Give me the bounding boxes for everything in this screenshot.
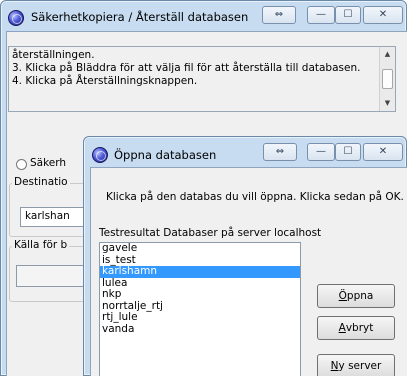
new-server-button[interactable]: Ny server [317,354,395,376]
scroll-thumb[interactable] [382,69,393,89]
backup-radio-button[interactable] [16,159,27,170]
minimize-button[interactable]: — [307,143,335,161]
open-dialog-title: Öppna databasen [114,148,217,162]
open-dialog-titlebar[interactable]: Öppna databasen ⇔ — ☐ ✕ [84,137,406,167]
instruction-line: återställningen. [12,49,95,61]
instruction-line: 4. Klicka på Återställningsknappen. [12,75,198,87]
open-button-mnemonic: Ö [338,290,347,302]
source-group-label: Källa för b [12,239,70,251]
cancel-button[interactable]: Avbryt [317,316,395,340]
instruction-line: 3. Klicka på Bläddra för att välja fil f… [12,62,361,74]
backup-window-title: Säkerhetkopiera / Återställ databasen [31,10,249,24]
app-database-icon [8,10,24,26]
database-item-lulea[interactable]: lulea [100,277,300,290]
maximize-button[interactable]: ☐ [335,6,361,24]
database-item-gavele[interactable]: gavele [100,243,300,255]
open-dialog-client: Klicka på den databas du vill öppna. Kli… [90,167,407,376]
minimize-button[interactable]: — [307,6,335,24]
backup-window-titlebar[interactable]: Säkerhetkopiera / Återställ databasen ⇔ … [1,1,406,31]
new-server-button-label: y server [338,360,382,372]
backup-radio-label: Säkerh [30,157,67,169]
open-button-label: ppna [346,290,374,302]
database-item-rtj-lule[interactable]: rtj_lule [100,311,300,324]
instructions-scrollbar[interactable]: ▲ ▼ [379,47,395,111]
minimize-icon: — [316,146,326,157]
close-icon: ✕ [378,146,388,157]
open-dialog-prompt: Klicka på den databas du vill öppna. Kli… [106,191,404,203]
maximize-icon: ☐ [343,9,353,20]
close-button[interactable]: ✕ [363,6,403,24]
resize-button[interactable]: ⇔ [262,6,296,24]
maximize-button[interactable]: ☐ [335,143,361,161]
scroll-down-icon[interactable]: ▼ [380,96,395,111]
resize-icon: ⇔ [275,146,285,157]
database-item-vanda[interactable]: vanda [100,323,300,336]
app-database-icon [92,147,108,163]
new-server-button-mnemonic: N [330,360,339,372]
database-listbox[interactable]: gavele is_test karlshamn lulea nkp norrt… [99,242,301,376]
close-button[interactable]: ✕ [363,143,403,161]
resize-button[interactable]: ⇔ [263,143,297,161]
close-icon: ✕ [378,9,388,20]
database-item-karlshamn[interactable]: karlshamn [100,265,300,278]
minimize-icon: — [316,9,326,20]
instructions-text: återställningen. 3. Klicka på Bläddra fö… [8,46,396,112]
database-item-nkp[interactable]: nkp [100,288,300,301]
scroll-up-icon[interactable]: ▲ [380,47,395,62]
cancel-button-mnemonic: A [338,322,346,334]
resize-icon: ⇔ [274,9,284,20]
open-button[interactable]: Öppna [317,284,395,308]
database-list-header: Testresultat Databaser på server localho… [99,227,322,239]
open-database-dialog: Öppna databasen ⇔ — ☐ ✕ Klicka på den da… [83,136,407,376]
cancel-button-label: vbryt [345,322,374,334]
destination-group-label: Destinatio [12,176,70,188]
maximize-icon: ☐ [343,146,353,157]
